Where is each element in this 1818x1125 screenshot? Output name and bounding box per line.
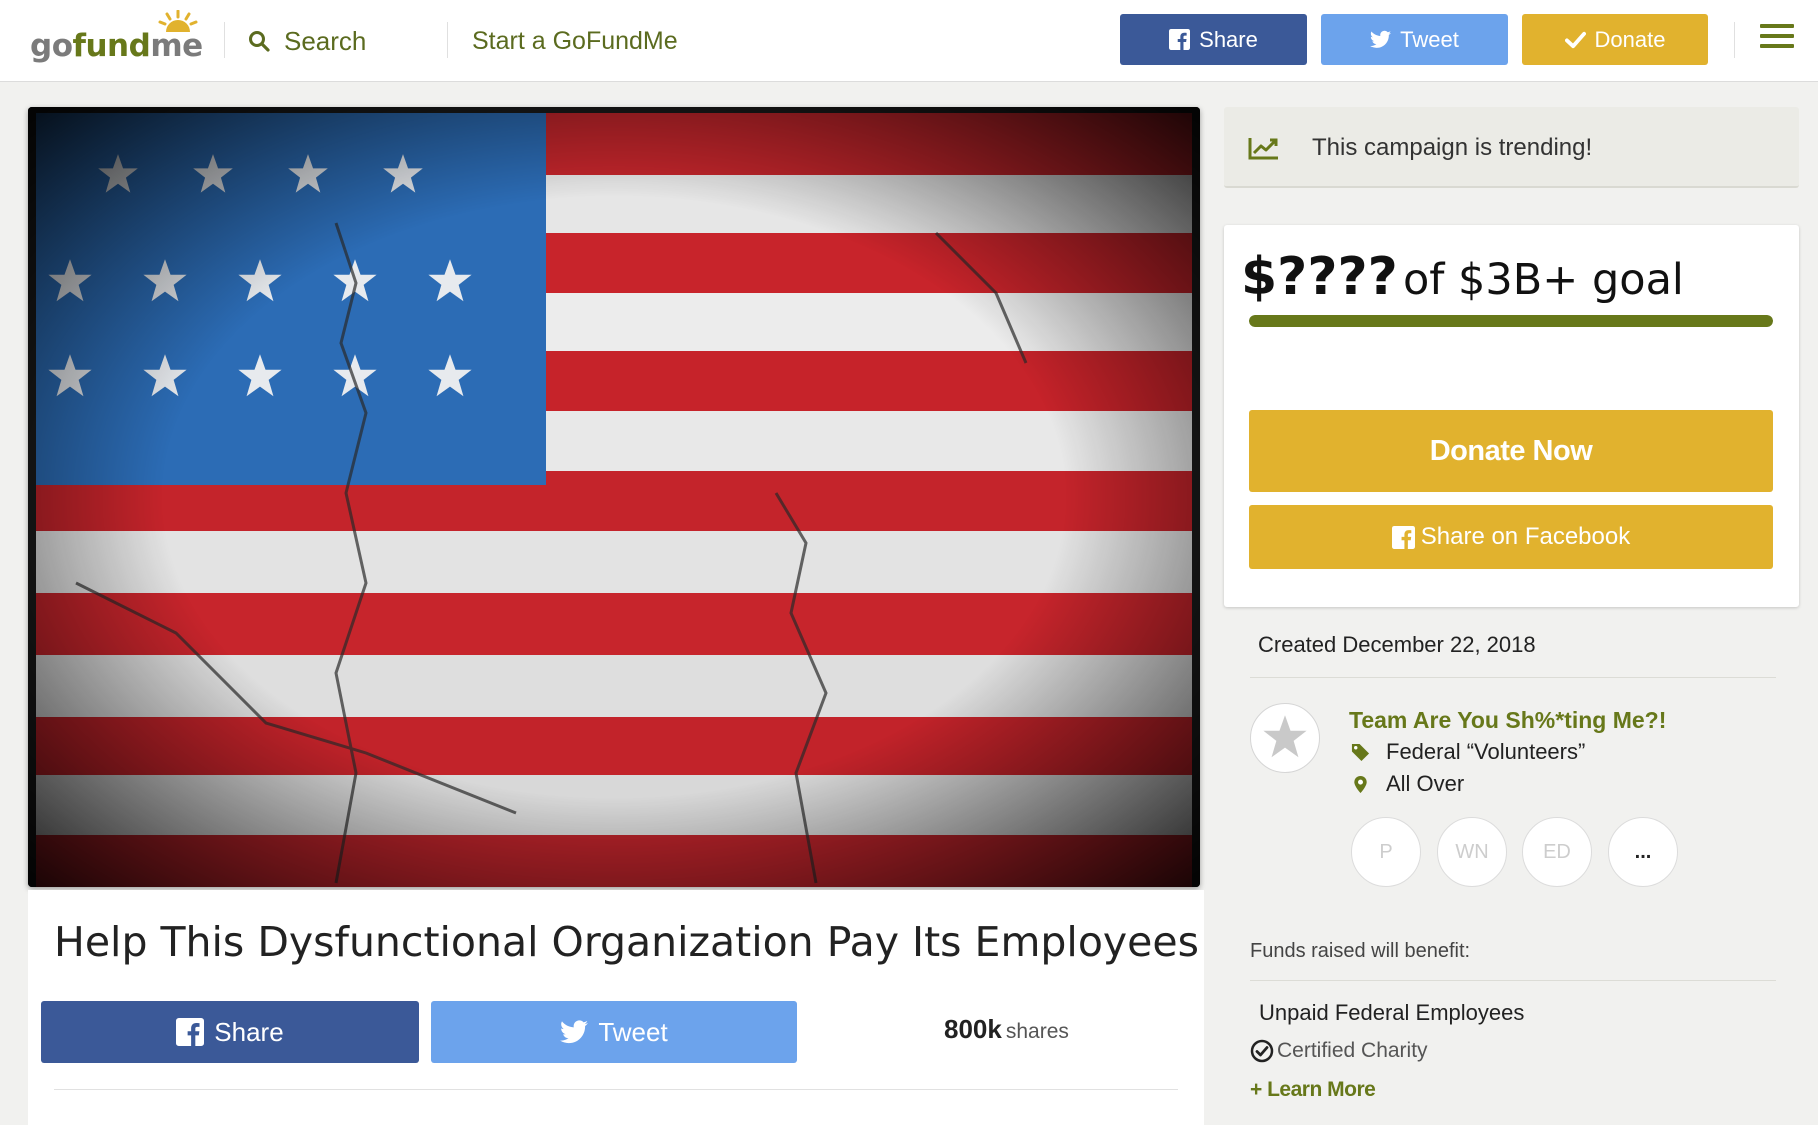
more-donors-button[interactable]: ... bbox=[1608, 817, 1678, 887]
share-count: 800k shares bbox=[944, 1014, 1069, 1045]
header-divider bbox=[1734, 22, 1735, 58]
organizer-name[interactable]: Team Are You Sh%*ting Me?! bbox=[1349, 707, 1666, 734]
check-circle-icon bbox=[1250, 1039, 1274, 1063]
divider bbox=[54, 1089, 1178, 1090]
raised-amount: $???? bbox=[1241, 247, 1398, 307]
goal-text: of $3B+ goal bbox=[1402, 255, 1684, 305]
star-icon bbox=[1263, 715, 1307, 758]
facebook-icon bbox=[176, 1018, 205, 1046]
divider bbox=[1250, 677, 1776, 678]
start-gofundme-link[interactable]: Start a GoFundMe bbox=[472, 24, 678, 58]
facebook-icon bbox=[1169, 29, 1191, 50]
donor-avatar[interactable]: P bbox=[1351, 817, 1421, 887]
beneficiary-name: Unpaid Federal Employees bbox=[1259, 1000, 1525, 1025]
progress-fill bbox=[1249, 315, 1773, 327]
campaign-title-box: Help This Dysfunctional Organization Pay… bbox=[28, 890, 1204, 990]
organizer-avatar[interactable] bbox=[1250, 703, 1320, 773]
organizer-location: All Over bbox=[1351, 771, 1464, 797]
learn-more-link[interactable]: + Learn More bbox=[1250, 1078, 1376, 1102]
logo-fund: fund bbox=[72, 28, 151, 64]
campaign-title: Help This Dysfunctional Organization Pay… bbox=[54, 918, 1199, 966]
header-donate-button[interactable]: Donate bbox=[1522, 14, 1708, 65]
twitter-icon bbox=[560, 1020, 589, 1044]
campaign-hero-image bbox=[28, 107, 1200, 887]
header-tweet-label: Tweet bbox=[1400, 26, 1459, 52]
search-link[interactable]: Search bbox=[248, 24, 366, 58]
logo-me: me bbox=[150, 28, 203, 64]
facebook-icon bbox=[1391, 525, 1415, 549]
logo-go: go bbox=[30, 28, 73, 64]
distressed-american-flag-image bbox=[28, 107, 1200, 887]
header-divider bbox=[447, 22, 448, 58]
share-count-label: shares bbox=[1005, 1020, 1069, 1043]
search-label: Search bbox=[284, 25, 367, 56]
campaign-tweet-button[interactable]: Tweet bbox=[431, 1001, 797, 1063]
campaign-share-button[interactable]: Share bbox=[41, 1001, 419, 1063]
campaign-tweet-label: Tweet bbox=[598, 1016, 668, 1047]
location-pin-icon bbox=[1354, 775, 1367, 793]
progress-bar bbox=[1249, 315, 1773, 327]
trending-chart-icon bbox=[1248, 138, 1278, 160]
campaign-share-row: Share Tweet 800k shares bbox=[28, 982, 1204, 1125]
certified-charity-text: Certified Charity bbox=[1277, 1039, 1428, 1062]
tag-icon bbox=[1351, 743, 1370, 761]
campaign-share-label: Share bbox=[214, 1016, 284, 1047]
search-icon bbox=[249, 31, 270, 52]
created-date: Created December 22, 2018 bbox=[1258, 632, 1536, 657]
gofundme-logo[interactable]: gofundme bbox=[30, 10, 203, 70]
header-share-button[interactable]: Share bbox=[1120, 14, 1307, 65]
header-tweet-button[interactable]: Tweet bbox=[1321, 14, 1508, 65]
organizer-category-text: Federal “Volunteers” bbox=[1386, 739, 1586, 764]
certified-charity: Certified Charity bbox=[1250, 1039, 1428, 1063]
trending-text: This campaign is trending! bbox=[1312, 134, 1593, 161]
share-count-value: 800k bbox=[944, 1014, 1002, 1044]
divider bbox=[1250, 980, 1776, 981]
donation-goal-card: $???? of $3B+ goal Donate Now Share on F… bbox=[1224, 225, 1799, 607]
funds-benefit-label: Funds raised will benefit: bbox=[1250, 940, 1471, 962]
share-on-facebook-button[interactable]: Share on Facebook bbox=[1249, 505, 1773, 569]
top-nav: gofundme Search Start a GoFundMe Share T… bbox=[0, 0, 1818, 82]
organizer-category: Federal “Volunteers” bbox=[1351, 739, 1585, 765]
twitter-icon bbox=[1370, 30, 1392, 48]
donor-avatar[interactable]: ED bbox=[1522, 817, 1592, 887]
check-icon bbox=[1564, 31, 1586, 49]
header-share-label: Share bbox=[1199, 26, 1258, 52]
goal-summary: $???? of $3B+ goal bbox=[1241, 247, 1684, 307]
header-divider bbox=[224, 22, 225, 58]
donor-avatar[interactable]: WN bbox=[1437, 817, 1507, 887]
hamburger-menu-icon[interactable] bbox=[1760, 24, 1794, 52]
trending-banner: This campaign is trending! bbox=[1224, 107, 1799, 188]
logo-wordmark: gofundme bbox=[30, 28, 203, 64]
share-on-facebook-label: Share on Facebook bbox=[1420, 523, 1631, 550]
header-donate-label: Donate bbox=[1594, 26, 1666, 52]
donate-now-button[interactable]: Donate Now bbox=[1249, 410, 1773, 492]
organizer-location-text: All Over bbox=[1386, 771, 1465, 796]
